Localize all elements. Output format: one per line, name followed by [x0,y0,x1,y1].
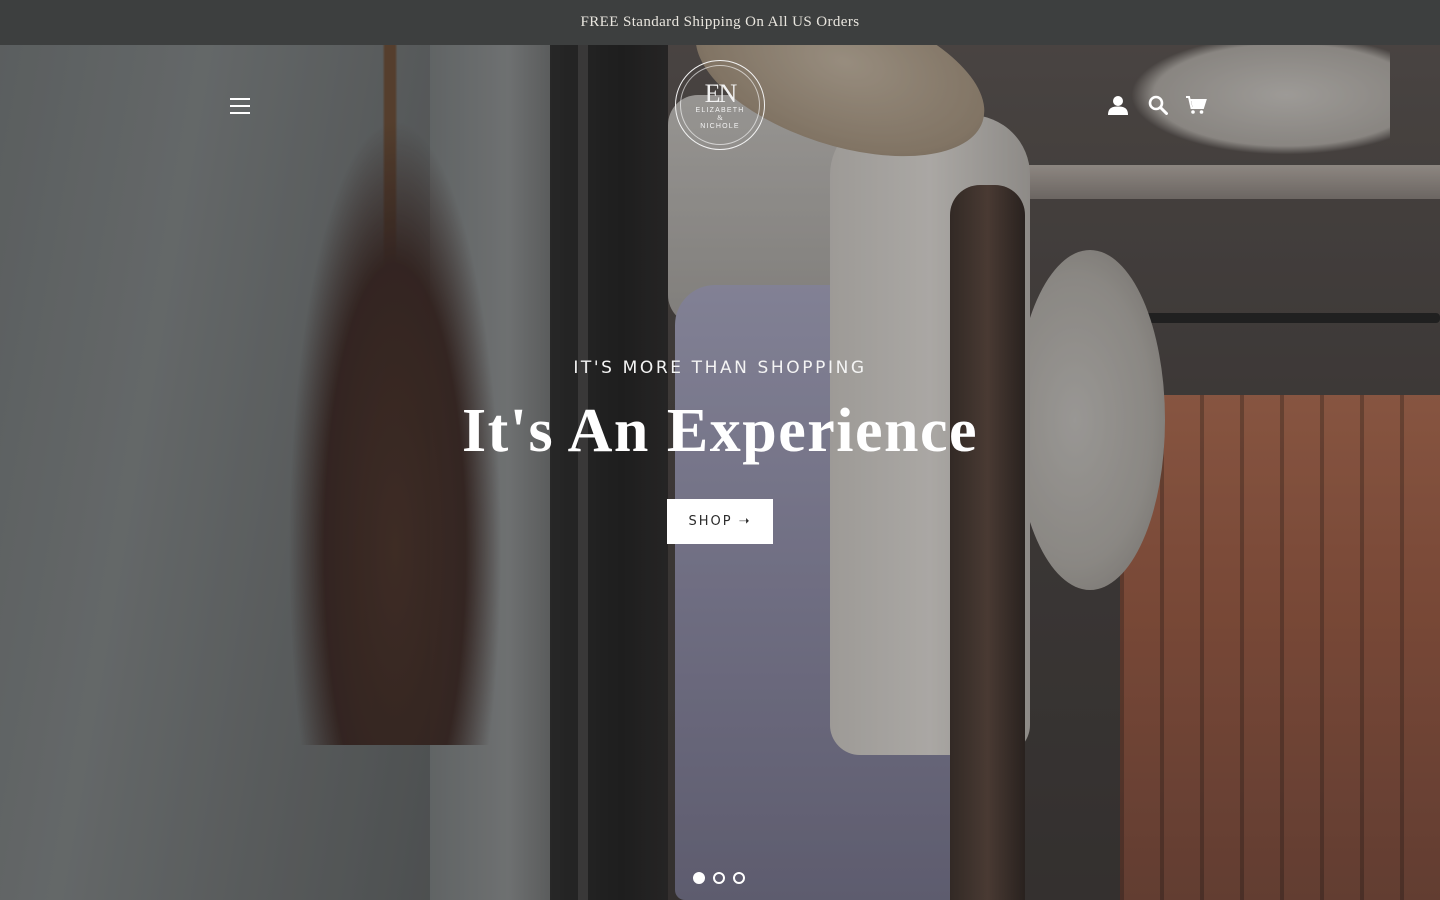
announcement-bar: FREE Standard Shipping On All US Orders [0,0,1440,45]
account-button[interactable] [1103,90,1133,120]
shop-button[interactable]: SHOP ➝ [667,499,773,544]
logo-line-2: NICHOLE [700,122,740,130]
hamburger-menu-icon-bar [230,105,250,107]
hamburger-menu-icon-bar [230,112,250,114]
search-icon [1148,95,1168,115]
hero-overlay [0,45,1440,900]
slide-dot-3[interactable] [733,872,745,884]
hamburger-menu-icon [230,98,250,100]
announcement-text: FREE Standard Shipping On All US Orders [580,14,860,30]
search-button[interactable] [1143,90,1173,120]
logo-monogram: EN [704,78,738,108]
slide-dot-2[interactable] [713,872,725,884]
cart-icon [1186,96,1207,114]
site-logo[interactable]: EN ELIZABETH & NICHOLE [675,60,765,150]
hero-title: It's An Experience [461,397,979,465]
cart-button[interactable] [1181,90,1211,120]
hero-slideshow [0,45,1440,900]
hero-subheading: IT'S MORE THAN SHOPPING [573,358,867,378]
slide-dot-1[interactable] [693,872,705,884]
shop-button-label: SHOP [688,514,733,529]
slideshow-pagination [693,872,753,886]
logo-ampersand: & [717,113,723,122]
logo-line-1: ELIZABETH [695,106,745,114]
account-icon [1108,96,1128,115]
arrow-right-icon: ➝ [738,514,752,529]
site-navigation-button[interactable] [224,90,256,122]
